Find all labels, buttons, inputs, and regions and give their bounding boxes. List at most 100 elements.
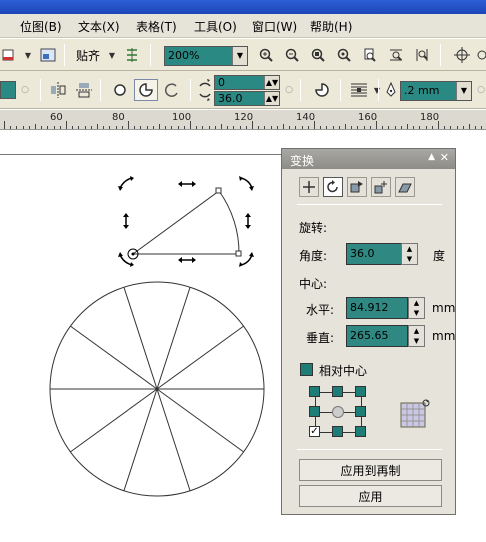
ruler-tick bbox=[233, 126, 235, 129]
ruler-tick bbox=[357, 126, 359, 129]
angle-lock-icon[interactable]: ○ bbox=[284, 81, 294, 99]
horizontal-center-input[interactable]: 84.912 bbox=[346, 297, 408, 319]
horizontal-spinner[interactable]: ▲ ▼ bbox=[408, 297, 425, 319]
ruler-label: 60 bbox=[50, 112, 63, 123]
chevron-down-icon[interactable]: ▼ bbox=[232, 47, 247, 65]
zoom-to-selected-icon[interactable] bbox=[308, 46, 328, 64]
chevron-down-icon[interactable]: ▼ bbox=[456, 82, 471, 100]
snap-dropdown-icon[interactable]: ▼ bbox=[106, 46, 118, 64]
object-color-swatch[interactable] bbox=[0, 81, 16, 99]
size-tab[interactable] bbox=[371, 177, 391, 197]
zoom-in-icon[interactable] bbox=[256, 46, 276, 64]
rotate-handle-top-right[interactable] bbox=[239, 176, 254, 191]
position-tab[interactable] bbox=[299, 177, 319, 197]
anchor-center[interactable] bbox=[332, 406, 344, 418]
zoom-to-all-objects-icon[interactable] bbox=[334, 46, 354, 64]
start-angle-spinner[interactable]: ▲▼ bbox=[264, 76, 279, 89]
zoom-level-combo[interactable]: 200% ▼ bbox=[164, 46, 248, 66]
chevron-down-icon[interactable]: ▼ bbox=[22, 46, 34, 64]
pie-slice-shape[interactable] bbox=[131, 190, 240, 255]
wrap-text-icon[interactable] bbox=[348, 81, 370, 99]
align-guides-icon[interactable] bbox=[122, 46, 142, 64]
vertical-spinner[interactable]: ▲ ▼ bbox=[408, 325, 425, 347]
rotate-tab[interactable] bbox=[323, 177, 343, 197]
pie-shape-icon[interactable] bbox=[134, 79, 158, 101]
anchor-middle-left[interactable] bbox=[309, 406, 320, 417]
ruler-tick bbox=[351, 126, 353, 129]
rotation-heading: 旋转: bbox=[299, 221, 328, 235]
zoom-to-page-width-icon[interactable] bbox=[386, 46, 406, 64]
zoom-to-page-height-icon[interactable] bbox=[412, 46, 432, 64]
full-ellipse-icon[interactable] bbox=[110, 81, 130, 99]
slice-divider-line bbox=[70, 388, 158, 453]
anchor-bottom-left-checked[interactable]: ✓ bbox=[309, 426, 320, 437]
horizontal-ruler[interactable]: 60 80 100 120 140 160 180 bbox=[0, 110, 486, 130]
ruler-tick bbox=[469, 124, 470, 129]
slice-divider-line bbox=[156, 388, 191, 491]
apply-to-duplicate-button[interactable]: 应用到再制 bbox=[299, 459, 442, 481]
menu-window[interactable]: 窗口(W) bbox=[252, 18, 297, 35]
node-handle[interactable] bbox=[215, 187, 222, 194]
horizontal-unit: mm bbox=[432, 301, 456, 315]
options-icon[interactable] bbox=[476, 46, 486, 64]
scale-mirror-tab[interactable] bbox=[347, 177, 367, 197]
divided-circle-shape[interactable] bbox=[49, 281, 265, 497]
collapse-icon[interactable]: ▲ bbox=[428, 152, 435, 162]
crosshair-icon[interactable] bbox=[452, 46, 472, 64]
anchor-top-right[interactable] bbox=[355, 386, 366, 397]
mirror-horizontal-icon[interactable] bbox=[48, 81, 68, 99]
arc-shape-icon[interactable] bbox=[162, 81, 182, 99]
lock-ratio-icon[interactable]: ○ bbox=[20, 81, 30, 99]
menu-overflow: ) bbox=[0, 18, 1, 32]
relative-center-checkbox[interactable] bbox=[300, 363, 313, 376]
menu-bitmap[interactable]: 位图(B) bbox=[20, 18, 62, 35]
anchor-bottom-center[interactable] bbox=[332, 426, 343, 437]
end-angle-field[interactable]: 36.0 ▲▼ bbox=[214, 91, 280, 106]
outline-width-combo[interactable]: .2 mm ▼ bbox=[400, 81, 472, 101]
angle-spinner[interactable]: ▲ ▼ bbox=[401, 243, 418, 265]
slice-divider-line bbox=[70, 325, 158, 390]
import-icon[interactable] bbox=[38, 46, 58, 64]
ruler-tick bbox=[276, 126, 278, 129]
divider bbox=[297, 449, 442, 450]
menu-table[interactable]: 表格(T) bbox=[136, 18, 177, 35]
ruler-tick bbox=[66, 121, 67, 129]
ruler-tick bbox=[394, 126, 396, 129]
anchor-top-center[interactable] bbox=[332, 386, 343, 397]
toolbar-separator bbox=[440, 44, 441, 66]
angle-input[interactable]: 36.0 bbox=[346, 243, 402, 265]
node-handle[interactable] bbox=[235, 250, 242, 257]
ruler-tick bbox=[425, 126, 427, 129]
apply-button[interactable]: 应用 bbox=[299, 485, 442, 507]
anchor-bottom-right[interactable] bbox=[355, 426, 366, 437]
ruler-tick bbox=[171, 126, 173, 129]
skew-handle-bottom[interactable] bbox=[178, 257, 196, 263]
options-dot-icon: ○ bbox=[477, 85, 485, 95]
ruler-label: 80 bbox=[112, 112, 125, 123]
snap-to-button[interactable]: 贴齐 bbox=[72, 46, 104, 64]
application-launcher-icon[interactable] bbox=[0, 46, 16, 64]
zoom-to-page-icon[interactable] bbox=[360, 46, 380, 64]
skew-handle-top[interactable] bbox=[178, 181, 196, 187]
direction-toggle-icon[interactable] bbox=[312, 81, 332, 99]
rotate-handle-top-left[interactable] bbox=[118, 176, 134, 191]
menu-text[interactable]: 文本(X) bbox=[78, 18, 120, 35]
chevron-down-icon[interactable]: ▼ bbox=[372, 81, 382, 99]
mirror-vertical-icon[interactable] bbox=[74, 81, 94, 99]
vertical-center-input[interactable]: 265.65 bbox=[346, 325, 408, 347]
skew-handle-left[interactable] bbox=[123, 213, 129, 229]
menu-tools[interactable]: 工具(O) bbox=[194, 18, 237, 35]
close-icon[interactable]: ✕ bbox=[440, 151, 449, 164]
outline-pen-icon bbox=[382, 81, 400, 99]
menu-help[interactable]: 帮助(H) bbox=[310, 18, 352, 35]
anchor-middle-right[interactable] bbox=[355, 406, 366, 417]
start-angle-field[interactable]: 0 ▲▼ bbox=[214, 75, 280, 90]
skew-tab[interactable] bbox=[395, 177, 415, 197]
end-angle-spinner[interactable]: ▲▼ bbox=[264, 92, 279, 105]
zoom-out-icon[interactable] bbox=[282, 46, 302, 64]
anchor-top-left[interactable] bbox=[309, 386, 320, 397]
ruler-tick bbox=[28, 126, 30, 129]
slice-divider-line bbox=[156, 325, 244, 390]
standard-toolbar: ▼ 贴齐 ▼ 200% ▼ bbox=[0, 39, 486, 71]
skew-handle-right[interactable] bbox=[245, 213, 251, 229]
